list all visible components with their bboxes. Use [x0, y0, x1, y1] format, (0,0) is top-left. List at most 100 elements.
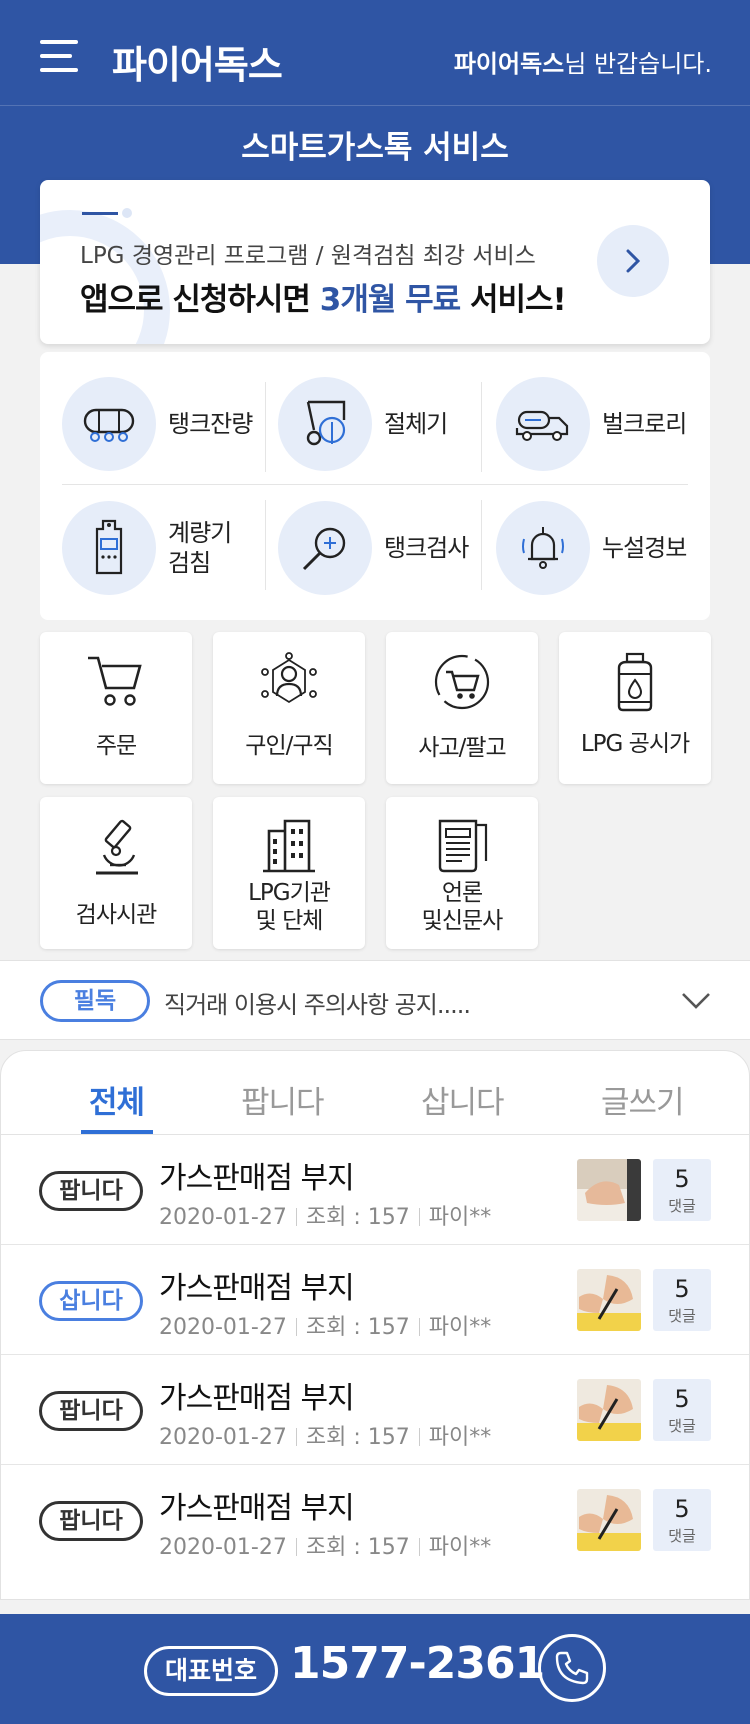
tile-label: LPG기관 및 단체 [213, 879, 365, 935]
tab-write[interactable]: 글쓰기 [601, 1077, 685, 1122]
post-views: 조회 : 157 [305, 1315, 410, 1340]
post-row[interactable]: 삽니다 가스판매점 부지 2020-01-27 조회 : 157 파이** 5 댓글 [1, 1245, 749, 1355]
comment-count: 5 [674, 1385, 690, 1413]
post-date: 2020-01-27 [159, 1315, 287, 1340]
promo-suffix: 서비스! [460, 282, 567, 318]
comment-count: 5 [674, 1495, 690, 1523]
tile-trade[interactable]: 사고/팔고 [386, 632, 538, 784]
tile-press[interactable]: 언론 및신문사 [386, 797, 538, 949]
must-read-badge: 필독 [40, 980, 150, 1022]
gas-cylinder-icon [617, 652, 653, 712]
decor-dot [122, 208, 132, 218]
service-label: 계량기 검침 [168, 518, 232, 578]
comment-count-box: 5 댓글 [653, 1159, 711, 1221]
comment-label: 댓글 [668, 1417, 696, 1435]
service-label: 탱크검사 [384, 534, 469, 562]
tile-label: 구인/구직 [245, 733, 333, 759]
building-icon [263, 819, 315, 873]
comment-label: 댓글 [668, 1307, 696, 1325]
board-tabs: 전체 팝니다 삽니다 글쓰기 [1, 1051, 749, 1135]
post-meta: 2020-01-27 조회 : 157 파이** [159, 1419, 491, 1451]
hamburger-menu-icon[interactable] [40, 40, 84, 76]
post-type-badge: 삽니다 [39, 1281, 143, 1321]
recruit-icon [261, 652, 317, 704]
newspaper-icon [438, 819, 488, 873]
service-leak-alarm[interactable]: 누설경보 [496, 488, 706, 608]
tile-inspection[interactable]: 검사시관 [40, 797, 192, 949]
post-views: 조회 : 157 [305, 1425, 410, 1450]
comment-count-box: 5 댓글 [653, 1489, 711, 1551]
label-line-1: LPG기관 [248, 880, 331, 906]
phone-icon[interactable] [538, 1634, 606, 1702]
post-thumbnail [577, 1489, 641, 1551]
service-meter-reading[interactable]: 계량기 검침 [62, 488, 272, 608]
promo-prefix: 앱으로 신청하시면 [80, 282, 320, 318]
tile-lpg-org[interactable]: LPG기관 및 단체 [213, 797, 365, 949]
tab-buy[interactable]: 삽니다 [421, 1077, 505, 1122]
service-grid: 탱크잔량 절체기 벌크로리 계량기 검침 탱크검사 누설경보 [40, 352, 710, 620]
post-date: 2020-01-27 [159, 1535, 287, 1560]
phone-number[interactable]: 1577-2361 [290, 1638, 545, 1689]
post-meta: 2020-01-27 조회 : 157 파이** [159, 1309, 491, 1341]
footer-bar: 대표번호 1577-2361 [0, 1614, 750, 1724]
tile-label: 검사시관 [75, 902, 158, 928]
tile-order[interactable]: 주문 [40, 632, 192, 784]
notice-bar[interactable]: 필독 직거래 이용시 주의사항 공지..... [0, 960, 750, 1040]
microscope-icon [96, 819, 138, 875]
greeting: 파이어독스님 반갑습니다. [454, 44, 712, 79]
post-row[interactable]: 팝니다 가스판매점 부지 2020-01-27 조회 : 157 파이** 5 댓글 [1, 1465, 749, 1575]
post-title: 가스판매점 부지 [159, 1491, 355, 1526]
switcher-icon [306, 400, 346, 446]
post-row[interactable]: 팝니다 가스판매점 부지 2020-01-27 조회 : 157 파이** 5 댓글 [1, 1135, 749, 1245]
label-line-2: 및신문사 [421, 908, 504, 934]
post-row[interactable]: 팝니다 가스판매점 부지 2020-01-27 조회 : 157 파이** 5 댓글 [1, 1355, 749, 1465]
active-tab-indicator [81, 1130, 153, 1134]
decor-dash [82, 212, 118, 215]
post-type-badge: 팝니다 [39, 1501, 143, 1541]
promo-banner[interactable]: LPG 경영관리 프로그램 / 원격검침 최강 서비스 앱으로 신청하시면 3개… [40, 180, 710, 344]
tile-lpg-price[interactable]: LPG 공시가 [559, 632, 711, 784]
promo-subtitle: LPG 경영관리 프로그램 / 원격검침 최강 서비스 [80, 243, 536, 269]
post-title: 가스판매점 부지 [159, 1271, 355, 1306]
tile-recruit[interactable]: 구인/구직 [213, 632, 365, 784]
post-views: 조회 : 157 [305, 1535, 410, 1560]
magnifier-icon [302, 527, 346, 571]
greeting-suffix: 님 반갑습니다. [564, 50, 712, 78]
service-bulk-lorry[interactable]: 벌크로리 [496, 364, 706, 484]
post-thumbnail [577, 1379, 641, 1441]
service-switcher[interactable]: 절체기 [278, 364, 488, 484]
post-title: 가스판매점 부지 [159, 1161, 355, 1196]
label-line-2: 및 단체 [255, 908, 324, 934]
service-label: 탱크잔량 [168, 410, 253, 438]
notice-text: 직거래 이용시 주의사항 공지..... [164, 991, 471, 1019]
post-type-badge: 팝니다 [39, 1391, 143, 1431]
cart-icon [88, 656, 142, 706]
post-views: 조회 : 157 [305, 1205, 410, 1230]
representative-label: 대표번호 [144, 1646, 278, 1696]
board-panel: 전체 팝니다 삽니다 글쓰기 팝니다 가스판매점 부지 2020-01-27 조회… [0, 1050, 750, 1600]
comment-label: 댓글 [668, 1197, 696, 1215]
label-line-1: 계량기 [168, 519, 232, 547]
service-tank-inspection[interactable]: 탱크검사 [278, 488, 488, 608]
post-thumbnail [577, 1269, 641, 1331]
post-author: 파이** [428, 1425, 492, 1450]
promo-headline: 앱으로 신청하시면 3개월 무료 서비스! [80, 274, 567, 319]
chevron-right-icon[interactable] [597, 225, 669, 297]
service-tank-level[interactable]: 탱크잔량 [62, 364, 272, 484]
tile-label: 사고/팔고 [418, 735, 506, 761]
chevron-down-icon[interactable] [680, 989, 712, 1013]
post-author: 파이** [428, 1205, 492, 1230]
divider [62, 484, 688, 485]
comment-count-box: 5 댓글 [653, 1379, 711, 1441]
promo-highlight: 3개월 무료 [319, 282, 461, 318]
tab-all[interactable]: 전체 [89, 1077, 145, 1122]
tile-label: 주문 [95, 733, 137, 759]
label-line-2: 검침 [168, 549, 211, 577]
post-meta: 2020-01-27 조회 : 157 파이** [159, 1199, 491, 1231]
app-title: 파이어독스 [112, 43, 283, 87]
post-type-badge: 팝니다 [39, 1171, 143, 1211]
comment-count-box: 5 댓글 [653, 1269, 711, 1331]
header-divider [0, 105, 750, 106]
tab-sell[interactable]: 팝니다 [241, 1077, 325, 1122]
tank-icon [83, 408, 135, 442]
